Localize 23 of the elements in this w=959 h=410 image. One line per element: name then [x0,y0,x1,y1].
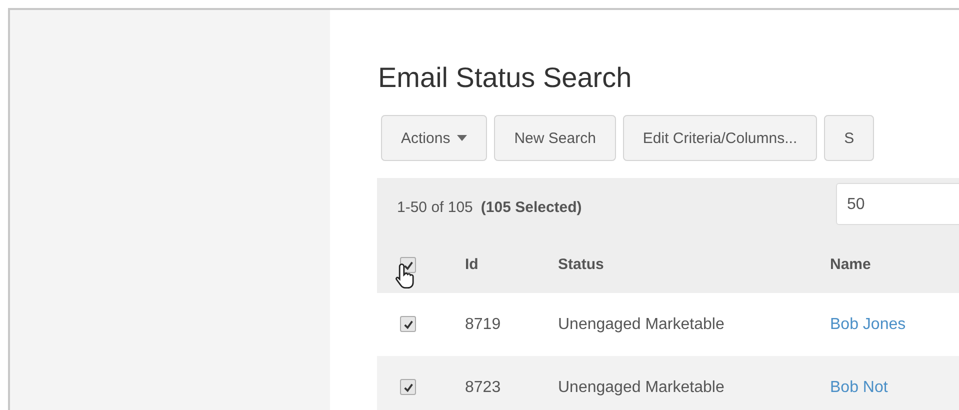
checkmark-icon [402,382,414,393]
checkmark-icon [402,318,414,330]
selected-count: (105 Selected) [480,198,582,216]
page-title: Email Status Search [378,61,633,95]
table-cell-text: 8723 [465,378,502,396]
pointer-cursor-icon [394,262,416,290]
row-checkbox[interactable] [400,379,416,396]
table-cell-text: Unengaged Marketable [558,316,726,334]
column-header[interactable]: Id [465,256,558,273]
caret-icon [457,135,468,141]
table-cell-text: 8719 [465,316,502,334]
toolbar-button[interactable]: New Search [494,115,616,161]
actions-dropdown[interactable]: Actions [381,115,488,161]
toolbar-button[interactable]: Edit Criteria/Columns... [622,115,818,161]
column-header[interactable]: Name [830,256,871,273]
column-header[interactable]: Status [558,256,830,273]
table-cell-text: Unengaged Marketable [558,378,726,396]
checkmark-icon [402,260,414,271]
toolbar-button[interactable]: S [824,115,874,161]
row-checkbox[interactable] [400,316,416,332]
name-link[interactable]: Bob Jones [830,316,906,334]
page-size-field[interactable]: 50 [836,183,959,225]
result-count: 1-50 of 105 [397,198,473,216]
